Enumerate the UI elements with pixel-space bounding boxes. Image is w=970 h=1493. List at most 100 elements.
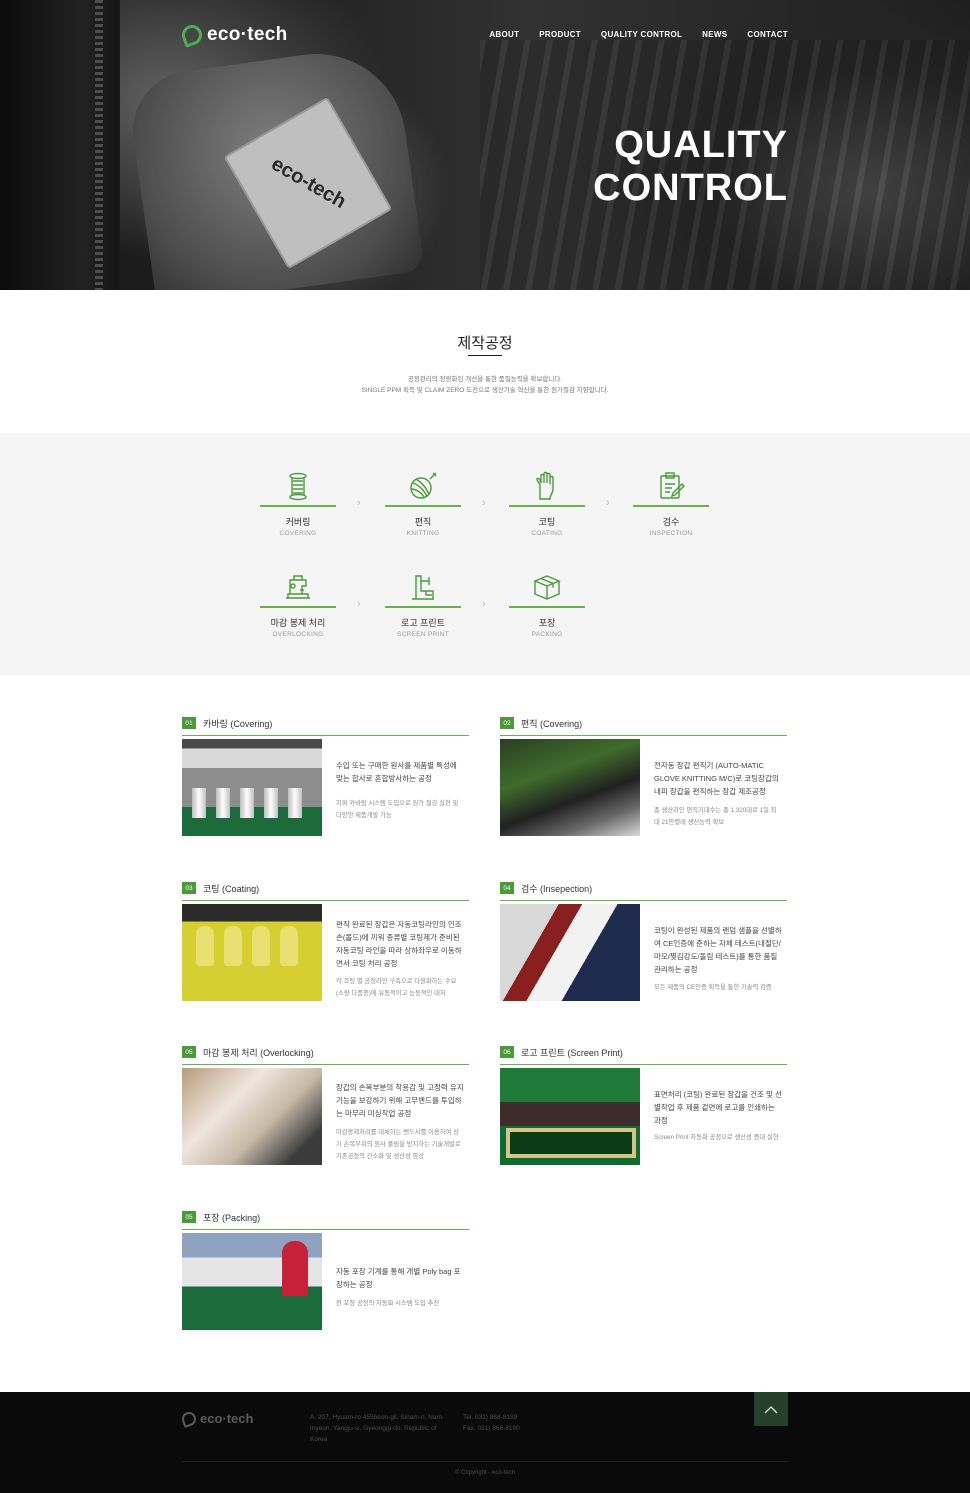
step-label-ko: 검수	[662, 517, 680, 527]
step-arrow: ›	[357, 497, 361, 509]
item-number: 05	[182, 1046, 196, 1058]
glove-icon	[536, 471, 554, 500]
step-label-en: INSPECTION	[649, 530, 693, 537]
footer-address: A. 207, Hyuam-ro 455beon-gil, Sinam-ri, …	[310, 1414, 445, 1443]
box-icon	[533, 575, 561, 600]
item-description: 자동 포장 기계를 통해 개별 Poly bag 포장하는 공정	[336, 1267, 461, 1289]
step-label-en: OVERLOCKING	[272, 631, 324, 638]
scroll-top-button[interactable]	[754, 1392, 788, 1426]
item-subtext: 모든 제품의 CE인증 획득을 통한 기술력 검증	[654, 984, 772, 991]
section-intro: 공정관리의 정량화된 개선을 통한 품질능력을 확보합니다. SINGLE PP…	[0, 374, 970, 396]
thread-spool-icon	[289, 472, 307, 501]
coating-photo	[182, 904, 322, 1001]
footer-copyright: © Copyright - eco-tech	[454, 1470, 516, 1476]
item-number: 02	[500, 717, 514, 729]
nav-news[interactable]: NEWS	[702, 30, 727, 39]
footer-divider	[182, 1461, 788, 1462]
item-subtext: 마감봉제처리를 대체하는 밴드사를 이용하여 상기 손목부위의 원사 풀림을 방…	[336, 1129, 461, 1160]
item-description: 수입 또는 구매한 원사를 제품별 특성에 맞는 합사로 혼합방사하는 공정	[336, 761, 457, 783]
item-title: 코팅 (Coating)	[203, 883, 260, 894]
footer-contact: Tel. 031) 868-8189 Fax. 031) 868-8190	[463, 1412, 520, 1434]
item-title: 로고 프린트 (Screen Print)	[521, 1047, 623, 1058]
footer-fax: Fax. 031) 868-8190	[463, 1425, 520, 1432]
process-steps: 커버링 COVERING › 편직 KNITTING › 코팅 COATING …	[0, 433, 970, 675]
step-label-en: COATING	[531, 530, 563, 537]
item-number: 01	[182, 717, 196, 729]
item-subtext: 총 생산라인 편직기대수는 총 1,320대로 1일 최대 21만켤레 생산능력…	[654, 807, 777, 826]
nav-quality-control[interactable]: QUALITY CONTROL	[601, 30, 682, 39]
item-subtext: 전 포장 공정의 자동화 시스템 도입 추진	[336, 1300, 440, 1307]
step-arrow: ›	[606, 497, 610, 509]
footer-logo[interactable]: eco·tech	[180, 1409, 254, 1428]
knitting-photo	[500, 739, 640, 836]
print-machine-icon	[412, 575, 434, 600]
process-detail-knitting: 02 편직 (Covering) 전자동 장갑 편직기 (AUTO-MATIC G…	[500, 716, 787, 836]
item-description: 표면처리 (코팅) 완료된 장갑을 건조 및 선별작업 후 제품 겉면에 로고를…	[654, 1090, 782, 1125]
process-detail-covering: 01 카바링 (Covering) 수입 또는 구매한 원사를 제품별 특성에 맞…	[182, 716, 469, 836]
step-label-ko: 포장	[538, 618, 556, 628]
screen-print-photo	[500, 1068, 640, 1165]
item-title: 포장 (Packing)	[203, 1212, 261, 1223]
yarn-ball-icon	[410, 472, 437, 499]
item-number: 06	[500, 1046, 514, 1058]
process-detail-coating: 03 코팅 (Coating) 편직 완료된 장갑은 자동코팅라인의 인조 손(몰…	[182, 881, 469, 1001]
section-title: 제작공정	[457, 335, 513, 352]
item-title: 카바링 (Covering)	[203, 718, 273, 729]
step-arrow: ›	[482, 497, 486, 509]
item-description: 전자동 장갑 편직기 (AUTO-MATIC GLOVE KNITTING M/…	[654, 761, 779, 796]
item-number: 05	[182, 1211, 196, 1223]
item-number: 03	[182, 882, 196, 894]
nav-product[interactable]: PRODUCT	[539, 30, 581, 39]
footer-logo-text: eco·tech	[200, 1411, 254, 1426]
item-description: 코팅이 완성된 제품의 랜덤 샘플을 선별하여 CE인증에 준하는 자체 테스트…	[654, 926, 782, 974]
process-step-knitting: 편직 KNITTING	[385, 467, 461, 537]
overlocking-photo	[182, 1068, 322, 1165]
site-footer: eco·tech A. 207, Hyuam-ro 455beon-gil, S…	[0, 1392, 970, 1493]
step-label-en: COVERING	[279, 530, 317, 537]
process-step-screen-print: 로고 프린트 SCREEN PRINT	[385, 568, 461, 638]
intro-line-2: SINGLE PPM 획득 및 CLAIM ZERO 도전으로 생산기술 혁신을…	[361, 387, 609, 394]
hero-title-line2: CONTROL	[593, 167, 788, 209]
eco-leaf-icon	[180, 1409, 198, 1428]
step-arrow: ›	[482, 598, 486, 610]
step-label-ko: 코팅	[538, 517, 556, 527]
item-subtext: Screen Print 자동화 공정으로 생산성 증대 실현	[654, 1134, 779, 1141]
step-label-ko: 로고 프린트	[401, 618, 445, 628]
packing-photo	[182, 1233, 322, 1330]
item-title: 검수 (Insepection)	[521, 883, 593, 894]
hero-title-line1: QUALITY	[614, 124, 788, 166]
hero-overlay	[0, 0, 970, 290]
item-number: 04	[500, 882, 514, 894]
step-label-ko: 커버링	[285, 517, 311, 527]
hero-title: QUALITY CONTROL	[593, 124, 788, 210]
nav-contact[interactable]: CONTACT	[747, 30, 788, 39]
step-label-en: KNITTING	[406, 530, 440, 537]
process-detail-inspection: 04 검수 (Insepection) 코팅이 완성된 제품의 랜덤 샘플을 선별…	[500, 881, 787, 1001]
step-label-en: PACKING	[531, 631, 563, 638]
covering-photo	[182, 739, 322, 836]
process-detail-overlocking: 05 마감 봉제 처리 (Overlocking) 장갑의 손목부분의 착용감 및…	[182, 1045, 469, 1165]
step-label-en: SCREEN PRINT	[397, 631, 449, 638]
footer-tel: Tel. 031) 868-8189	[463, 1414, 518, 1421]
inspection-photo	[500, 904, 640, 1001]
process-step-coating: 코팅 COATING	[509, 467, 585, 537]
process-step-packing: 포장 PACKING	[509, 568, 585, 638]
site-logo[interactable]: eco·tech	[179, 22, 288, 48]
process-detail-screen-print: 06 로고 프린트 (Screen Print) 표면처리 (코팅) 완료된 장갑…	[500, 1045, 787, 1165]
clipboard-check-icon	[660, 472, 685, 499]
hero-banner: eco-tech eco·tech ABOUT PRODUCT QUALITY …	[0, 0, 970, 290]
item-description: 편직 완료된 장갑은 자동코팅라인의 인조 손(몰드)에 끼워 종류별 코팅제가…	[336, 920, 462, 968]
item-description: 장갑의 손목부분의 착용감 및 고정력 유지 기능을 보강하기 위해 고무밴드를…	[336, 1083, 464, 1118]
process-step-inspection: 검수 INSPECTION	[633, 467, 709, 537]
item-subtext: 각 코팅 별 공정라인 구축으로 다원화하는 수요(소량 다품종)에 유동적이고…	[336, 978, 457, 997]
nav-about[interactable]: ABOUT	[489, 30, 519, 39]
process-step-covering: 커버링 COVERING	[260, 467, 336, 537]
eco-leaf-icon	[179, 22, 205, 48]
section-title-underline	[468, 355, 502, 356]
site-logo-text: eco·tech	[207, 24, 288, 45]
intro-line-1: 공정관리의 정량화된 개선을 통한 품질능력을 확보합니다.	[407, 376, 563, 383]
item-title: 마감 봉제 처리 (Overlocking)	[203, 1047, 314, 1058]
process-detail-packing: 05 포장 (Packing) 자동 포장 기계를 통해 개별 Poly bag …	[182, 1210, 469, 1330]
sewing-machine-icon	[286, 575, 310, 599]
process-step-overlocking: 마감 봉제 처리 OVERLOCKING	[260, 568, 336, 638]
